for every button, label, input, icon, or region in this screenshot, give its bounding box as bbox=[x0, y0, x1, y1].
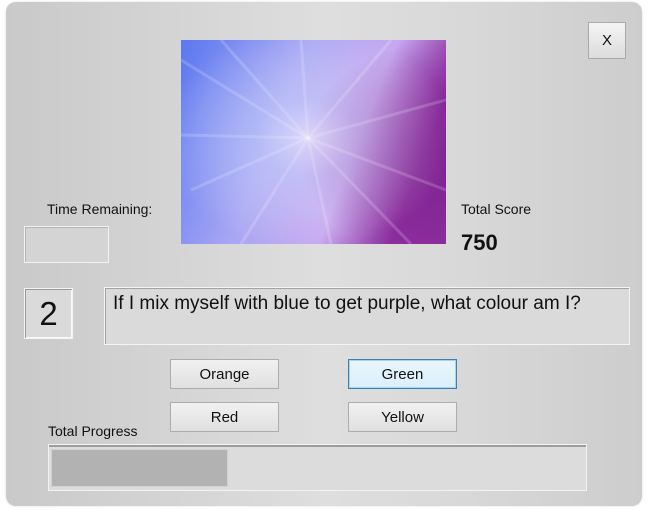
question-number: 2 bbox=[24, 288, 73, 339]
answer-label: Orange bbox=[199, 365, 250, 383]
answer-button-yellow[interactable]: Yellow bbox=[348, 402, 457, 432]
answer-button-green[interactable]: Green bbox=[348, 359, 457, 389]
question-number-value: 2 bbox=[39, 294, 58, 332]
close-button[interactable]: X bbox=[588, 22, 626, 59]
answer-label: Yellow bbox=[381, 408, 424, 426]
answer-label: Green bbox=[381, 365, 424, 383]
answer-button-red[interactable]: Red bbox=[170, 402, 279, 432]
question-text: If I mix myself with blue to get purple,… bbox=[113, 293, 581, 314]
total-progress-bar bbox=[48, 444, 587, 491]
answer-button-orange[interactable]: Orange bbox=[170, 359, 279, 389]
total-score-label: Total Score bbox=[461, 201, 532, 217]
time-remaining-display bbox=[24, 226, 109, 263]
total-progress-label: Total Progress bbox=[48, 423, 138, 439]
total-score-value: 750 bbox=[461, 230, 498, 255]
answer-label: Red bbox=[210, 408, 239, 426]
question-text-box: If I mix myself with blue to get purple,… bbox=[104, 287, 630, 345]
burst-image bbox=[181, 40, 446, 244]
question-picture bbox=[181, 40, 446, 244]
quiz-window: X Time Remaining: Total Score 750 2 If I… bbox=[6, 2, 642, 506]
time-remaining-label: Time Remaining: bbox=[47, 201, 153, 217]
close-label: X bbox=[601, 32, 612, 49]
total-progress-fill bbox=[51, 449, 228, 487]
